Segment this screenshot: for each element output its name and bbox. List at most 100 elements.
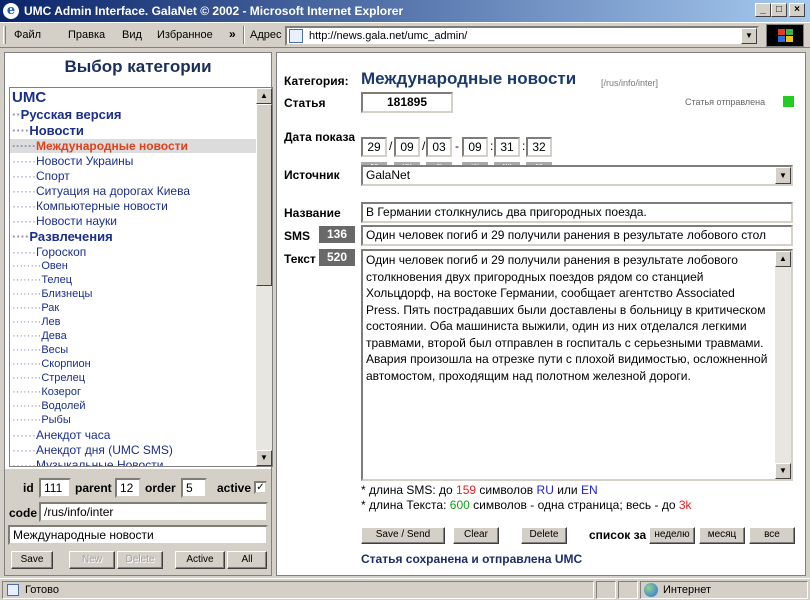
minimize-button[interactable]: _ xyxy=(755,3,771,17)
tree-item-label[interactable]: Международные новости xyxy=(36,139,188,153)
tree-item-label[interactable]: Спорт xyxy=(36,169,70,183)
active-checkbox[interactable]: ✓ xyxy=(254,481,267,494)
tree-item[interactable]: ········Дева xyxy=(12,330,67,342)
tree-item-label[interactable]: Гороскоп xyxy=(36,245,86,259)
ru-link[interactable]: RU xyxy=(537,483,554,497)
title-input[interactable]: В Германии столкнулись два пригородных п… xyxy=(361,202,793,223)
tree-item-label[interactable]: Скорпион xyxy=(41,358,90,370)
tree-item[interactable]: ····Новости xyxy=(12,123,84,138)
scroll-up-icon[interactable]: ▲ xyxy=(256,88,272,104)
tree-item[interactable]: UMC xyxy=(12,89,46,106)
toolbar-grip[interactable] xyxy=(3,26,6,44)
menu-edit[interactable]: Правка xyxy=(68,29,105,41)
save-send-button[interactable]: Save / Send xyxy=(361,527,445,544)
tree-item[interactable]: ········Весы xyxy=(12,344,68,356)
menu-file[interactable]: Файл xyxy=(14,29,41,41)
menu-favorites[interactable]: Избранное xyxy=(157,29,213,41)
list-all-button[interactable]: все xyxy=(749,527,795,544)
address-url[interactable]: http://news.gala.net/umc_admin/ xyxy=(309,30,467,42)
delete-button[interactable]: Delete xyxy=(117,551,163,569)
source-select[interactable]: GalaNet ▼ xyxy=(361,165,793,186)
tree-item-label[interactable]: Компьютерные новости xyxy=(36,199,168,213)
tree-item[interactable]: ········Козерог xyxy=(12,386,81,398)
tree-item-label[interactable]: Новости науки xyxy=(36,214,117,228)
tree-item[interactable]: ··Русская версия xyxy=(12,107,121,122)
tree-item-label[interactable]: Музыкальные Новости xyxy=(36,458,163,466)
tree-item[interactable]: ········Рак xyxy=(12,302,59,314)
tree-item[interactable]: ········Стрелец xyxy=(12,372,85,384)
parent-input[interactable]: 12 xyxy=(115,478,141,498)
tree-item[interactable]: ········Овен xyxy=(12,260,68,272)
scroll-down-icon[interactable]: ▼ xyxy=(775,463,791,479)
tree-item[interactable]: ········Водолей xyxy=(12,400,86,412)
tree-item-label[interactable]: Весы xyxy=(41,344,68,356)
tree-item-label[interactable]: Водолей xyxy=(41,400,85,412)
tree-item[interactable]: ······Компьютерные новости xyxy=(12,199,168,213)
tree-item[interactable]: ········Скорпион xyxy=(12,358,91,370)
menu-more-chevron[interactable]: » xyxy=(229,27,236,41)
tree-item-label[interactable]: Развлечения xyxy=(29,229,112,244)
tree-item-label[interactable]: Ситуация на дорогах Киева xyxy=(36,184,190,198)
list-month-button[interactable]: месяц xyxy=(699,527,745,544)
id-input[interactable]: 111 xyxy=(39,478,71,498)
tree-item[interactable]: ········Телец xyxy=(12,274,72,286)
tree-item-label[interactable]: Телец xyxy=(41,274,72,286)
category-name-input[interactable]: Международные новости xyxy=(8,525,268,545)
order-input[interactable]: 5 xyxy=(181,478,207,498)
list-week-button[interactable]: неделю xyxy=(649,527,695,544)
tree-item[interactable]: ······Новости Украины xyxy=(12,154,133,168)
tree-item-selected[interactable]: ······Международные новости xyxy=(10,139,256,153)
sms-input[interactable]: Один человек погиб и 29 получили ранения… xyxy=(361,225,793,246)
tree-item-label[interactable]: Дева xyxy=(41,330,66,342)
maximize-button[interactable]: □ xyxy=(771,3,787,17)
tree-item-label[interactable]: Русская версия xyxy=(21,107,122,122)
text-area-content[interactable]: Один человек погиб и 29 получили ранения… xyxy=(366,252,771,384)
tree-item-label[interactable]: Новости xyxy=(29,123,84,138)
tree-item-label[interactable]: Рыбы xyxy=(41,414,70,426)
code-input[interactable]: /rus/info/inter xyxy=(39,502,268,522)
active-button[interactable]: Active xyxy=(175,551,225,569)
tree-item-label[interactable]: Анекдот дня (UMC SMS) xyxy=(36,443,173,457)
time-minute-input[interactable]: 31 xyxy=(494,137,520,157)
menu-view[interactable]: Вид xyxy=(122,29,142,41)
scroll-down-icon[interactable]: ▼ xyxy=(256,450,272,466)
text-area[interactable]: Один человек погиб и 29 получили ранения… xyxy=(361,249,793,481)
tree-item-label[interactable]: Рак xyxy=(41,302,59,314)
tree-item[interactable]: ······Гороскоп xyxy=(12,245,86,259)
tree-item-label[interactable]: Стрелец xyxy=(41,372,85,384)
text-scrollbar[interactable]: ▲ ▼ xyxy=(775,251,791,479)
clear-button[interactable]: Clear xyxy=(453,527,499,544)
en-link[interactable]: EN xyxy=(581,483,598,497)
tree-item[interactable]: ······Музыкальные Новости xyxy=(12,458,163,466)
tree-item-label[interactable]: Овен xyxy=(41,260,67,272)
tree-item-label[interactable]: UMC xyxy=(12,89,46,106)
time-second-input[interactable]: 32 xyxy=(526,137,552,157)
tree-item-label[interactable]: Близнецы xyxy=(41,288,92,300)
all-button[interactable]: All xyxy=(227,551,267,569)
address-dropdown-icon[interactable]: ▼ xyxy=(741,28,757,44)
new-button[interactable]: New xyxy=(69,551,115,569)
save-button[interactable]: Save xyxy=(11,551,53,569)
tree-item-label[interactable]: Анекдот часа xyxy=(36,428,110,442)
tree-item[interactable]: ········Рыбы xyxy=(12,414,71,426)
article-id-field[interactable]: 181895 xyxy=(361,92,453,113)
tree-item-label[interactable]: Козерог xyxy=(41,386,81,398)
tree-item[interactable]: ······Новости науки xyxy=(12,214,117,228)
time-hour-input[interactable]: 09 xyxy=(462,137,488,157)
tree-item[interactable]: ······Анекдот дня (UMC SMS) xyxy=(12,443,173,457)
tree-item-label[interactable]: Новости Украины xyxy=(36,154,133,168)
date-month-input[interactable]: 09 xyxy=(394,137,420,157)
tree-item[interactable]: ······Анекдот часа xyxy=(12,428,110,442)
tree-item[interactable]: ······Спорт xyxy=(12,169,70,183)
date-year-input[interactable]: 03 xyxy=(426,137,452,157)
delete-article-button[interactable]: Delete xyxy=(521,527,567,544)
tree-item[interactable]: ······Ситуация на дорогах Киева xyxy=(12,184,190,198)
scroll-thumb[interactable] xyxy=(256,104,272,286)
tree-item[interactable]: ········Близнецы xyxy=(12,288,92,300)
date-day-input[interactable]: 29 xyxy=(361,137,387,157)
tree-item[interactable]: ····Развлечения xyxy=(12,229,113,244)
tree-scrollbar[interactable]: ▲ ▼ xyxy=(256,88,272,466)
tree-item[interactable]: ········Лев xyxy=(12,316,61,328)
close-button[interactable]: × xyxy=(789,3,805,17)
tree-item-label[interactable]: Лев xyxy=(41,316,60,328)
